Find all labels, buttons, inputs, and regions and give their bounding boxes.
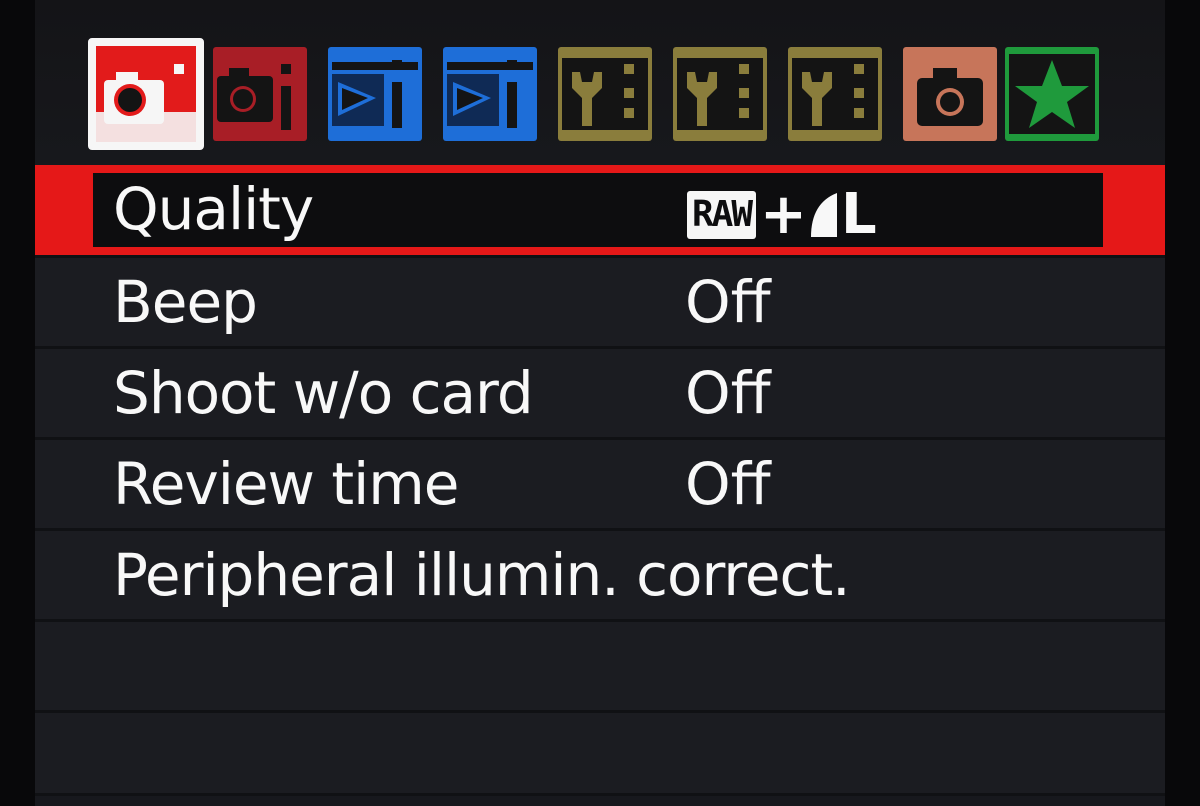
menu-item-value: Off [685,268,771,336]
menu-item-label: Beep [113,268,258,336]
fine-quality-icon [810,193,837,237]
wrench-icon [677,58,763,130]
menu-item-label: Peripheral illumin. correct. [113,541,851,609]
raw-badge: RAW [687,191,757,239]
star-icon [1009,54,1095,134]
menu-item-beep[interactable]: Beep Off [35,258,1165,349]
playback-icon [332,60,418,128]
playback-icon [447,60,533,128]
wrench-icon [562,58,648,130]
tab-custom-functions[interactable] [903,47,997,141]
menu-item-review-time[interactable]: Review time Off [35,440,1165,531]
menu-list: Quality RAW + L Beep Off Shoot w/o card … [35,165,1165,796]
tab-shoot-1[interactable] [88,38,204,150]
tab-setup-1[interactable] [558,47,652,141]
menu-item-label: Shoot w/o card [113,359,534,427]
tab-playback-2[interactable] [443,47,537,141]
camera-icon [217,64,291,130]
menu-item-shoot-without-card[interactable]: Shoot w/o card Off [35,349,1165,440]
menu-item-value: Off [685,359,771,427]
menu-item-value: Off [685,450,771,518]
wrench-icon [792,58,878,130]
screen-bezel-left [0,0,35,806]
menu-item-empty [35,622,1165,713]
tab-setup-2[interactable] [673,47,767,141]
menu-item-label: Quality [113,175,314,243]
tab-shoot-2[interactable] [213,47,307,141]
image-size-label: L [840,182,877,247]
camera-icon [917,68,983,126]
plus-sign: + [760,182,807,247]
tab-my-menu[interactable] [1005,47,1099,141]
tab-setup-3[interactable] [788,47,882,141]
menu-item-peripheral-illumination[interactable]: Peripheral illumin. correct. [35,531,1165,622]
quality-value: RAW + L [687,185,877,245]
camera-icon [96,46,196,142]
screen-bezel-right [1165,0,1200,806]
menu-item-quality[interactable]: Quality RAW + L [35,165,1165,258]
menu-item-empty [35,713,1165,796]
menu-tab-bar [35,0,1165,163]
tab-playback-1[interactable] [328,47,422,141]
menu-item-label: Review time [113,450,459,518]
